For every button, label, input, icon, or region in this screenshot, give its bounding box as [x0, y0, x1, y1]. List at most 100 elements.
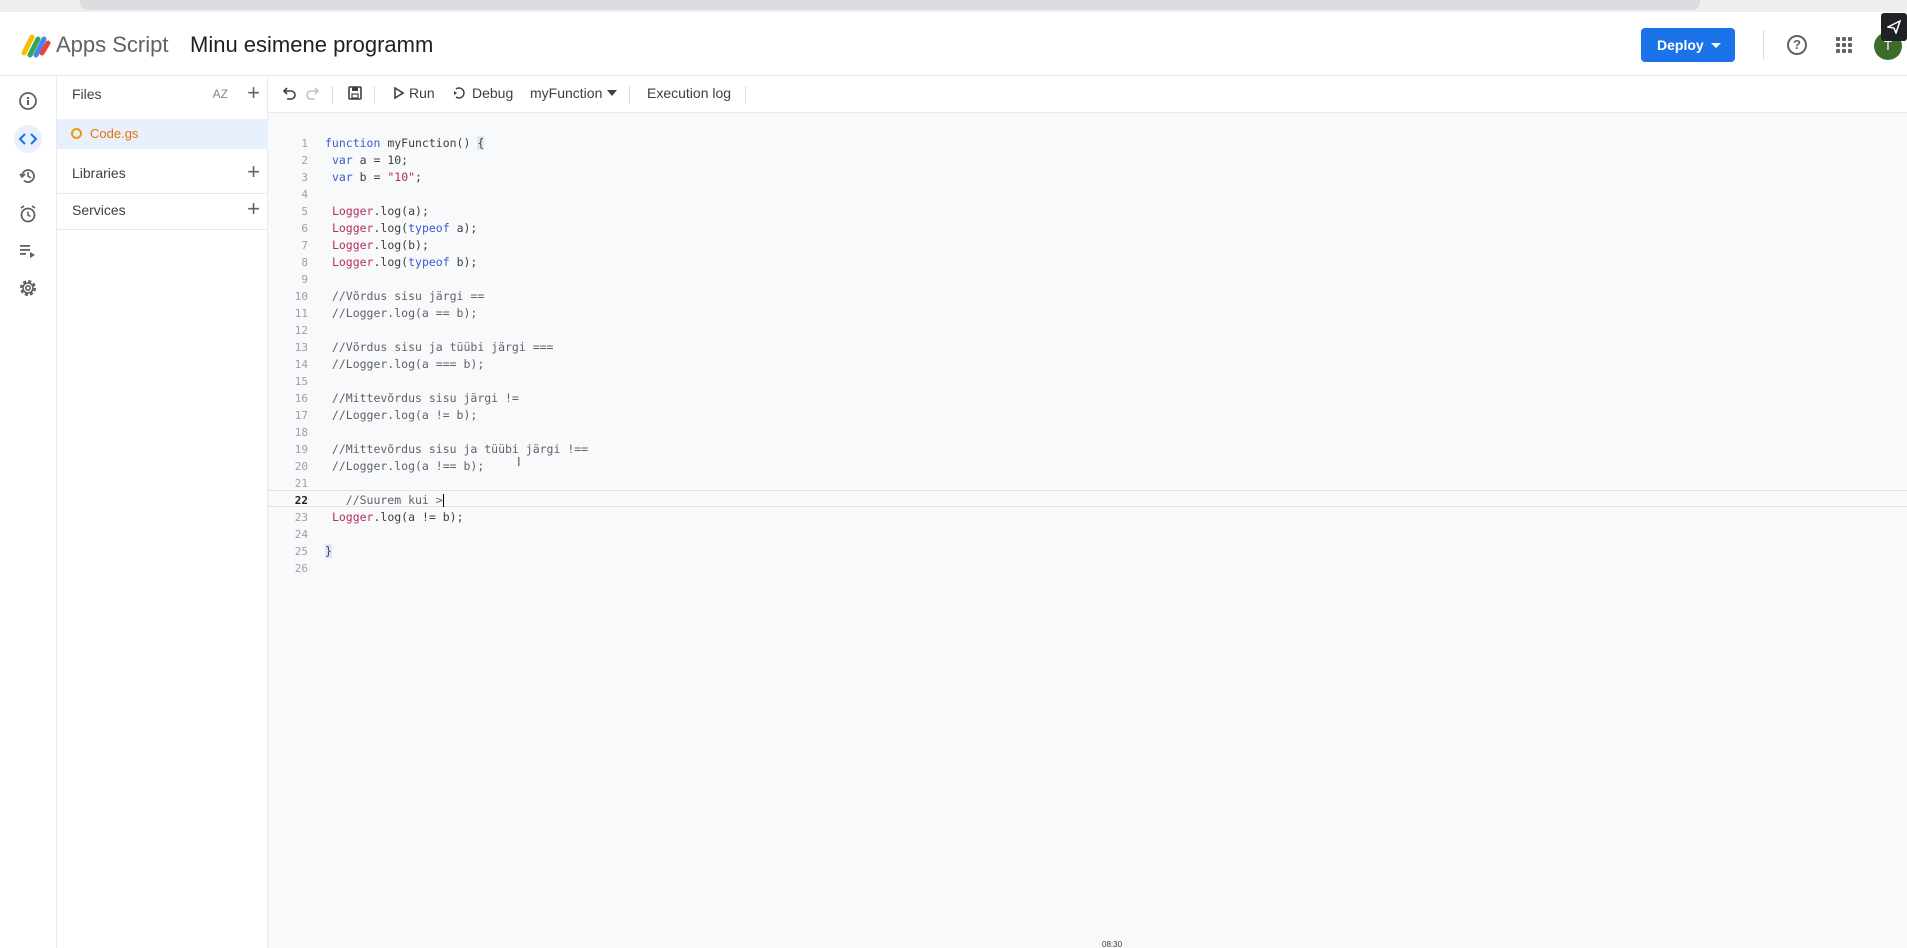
- code-line[interactable]: Logger.log(a != b);: [325, 509, 588, 526]
- code-icon: [18, 133, 38, 145]
- text-cursor-icon: I: [517, 454, 521, 469]
- function-selector-value: myFunction: [530, 85, 603, 101]
- run-button[interactable]: Run: [394, 85, 435, 101]
- code-line[interactable]: [325, 526, 588, 543]
- text-caret: [442, 494, 444, 507]
- line-number: 25: [294, 545, 308, 558]
- sort-az-icon[interactable]: AZ: [213, 87, 228, 101]
- deploy-label: Deploy: [1657, 37, 1704, 53]
- code-line[interactable]: //Võrdus sisu ja tüübi järgi ===: [325, 339, 588, 356]
- execution-log-label: Execution log: [647, 85, 732, 101]
- code-line[interactable]: //Logger.log(a === b);: [325, 356, 588, 373]
- code-line[interactable]: [325, 560, 588, 577]
- files-panel: Files AZ + Code.gs Libraries + Services …: [57, 77, 268, 948]
- code-line[interactable]: [325, 186, 588, 203]
- line-number: 12: [294, 324, 308, 337]
- services-label: Services: [72, 202, 126, 218]
- redo-button[interactable]: [305, 85, 321, 101]
- code-line[interactable]: var a = 10;: [325, 152, 588, 169]
- overview-button[interactable]: [14, 87, 42, 115]
- line-number: 10: [294, 290, 308, 303]
- save-icon: [348, 86, 362, 100]
- undo-icon: [282, 87, 296, 100]
- google-apps-icon[interactable]: [1836, 37, 1852, 53]
- code-line[interactable]: //Mittevõrdus sisu järgi !=: [325, 390, 588, 407]
- code-line[interactable]: Logger.log(b);: [325, 237, 588, 254]
- debug-icon: [454, 87, 465, 99]
- line-number: 6: [301, 222, 308, 235]
- code-line[interactable]: function myFunction() {: [325, 135, 588, 152]
- code-line[interactable]: //Mittevõrdus sisu ja tüübi järgi !==: [325, 441, 588, 458]
- line-number: 4: [301, 188, 308, 201]
- project-title[interactable]: Minu esimene programm: [190, 32, 433, 58]
- files-label: Files: [72, 86, 102, 102]
- line-number: 20: [294, 460, 308, 473]
- script-file-icon: [71, 128, 82, 139]
- file-item-code-gs[interactable]: Code.gs: [57, 119, 268, 149]
- save-button[interactable]: [347, 85, 363, 101]
- info-icon: [19, 92, 37, 110]
- alarm-clock-icon: [20, 205, 36, 223]
- undo-button[interactable]: [281, 85, 297, 101]
- libraries-row[interactable]: Libraries +: [57, 156, 268, 192]
- triggers-button[interactable]: [14, 200, 42, 228]
- execution-log-button[interactable]: Execution log: [647, 85, 731, 101]
- code-line[interactable]: [325, 322, 588, 339]
- code-line[interactable]: [325, 475, 588, 492]
- address-bar[interactable]: [80, 0, 1700, 10]
- services-row[interactable]: Services +: [57, 193, 268, 229]
- code-line[interactable]: var b = "10";: [325, 169, 588, 186]
- function-selector[interactable]: myFunction: [530, 85, 618, 101]
- code-line[interactable]: //Logger.log(a == b);: [325, 305, 588, 322]
- code-line[interactable]: Logger.log(typeof b);: [325, 254, 588, 271]
- toolbar-divider: [374, 86, 375, 104]
- line-number: 14: [294, 358, 308, 371]
- project-settings-button[interactable]: [14, 274, 42, 302]
- add-library-button[interactable]: +: [247, 161, 260, 183]
- executions-button[interactable]: [14, 237, 42, 265]
- code-line[interactable]: Logger.log(typeof a);: [325, 220, 588, 237]
- libraries-label: Libraries: [72, 165, 126, 181]
- add-file-button[interactable]: +: [247, 82, 260, 104]
- debug-button[interactable]: Debug: [453, 85, 513, 101]
- line-number: 3: [301, 171, 308, 184]
- run-label: Run: [409, 85, 435, 101]
- line-number-gutter: 1 2 3 4 5 6 7 8 9 10 11 12 13 14 15 16 17 18 19 20 21 22 23 24 2…: [268, 135, 308, 577]
- files-header: Files AZ +: [57, 77, 268, 113]
- code-editor[interactable]: 1 2 3 4 5 6 7 8 9 10 11 12 13 14 15 16 17 18 19 20 21 22 23 24 2…: [268, 113, 1907, 948]
- line-number: 19: [294, 443, 308, 456]
- code-line[interactable]: //Logger.log(a !== b);: [325, 458, 588, 475]
- code-line[interactable]: //Võrdus sisu järgi ==: [325, 288, 588, 305]
- browser-chrome-strip: [0, 0, 1907, 12]
- debug-label: Debug: [472, 85, 514, 101]
- code-line[interactable]: [325, 271, 588, 288]
- code-line[interactable]: //Logger.log(a != b);: [325, 407, 588, 424]
- code-line[interactable]: [325, 424, 588, 441]
- line-number: 8: [301, 256, 308, 269]
- line-number: 15: [294, 375, 308, 388]
- app-name[interactable]: Apps Script: [56, 32, 169, 58]
- code-line[interactable]: //Suurem kui >: [325, 492, 588, 509]
- line-number: 16: [294, 392, 308, 405]
- code-line[interactable]: }: [325, 543, 588, 560]
- code-area[interactable]: function myFunction() { var a = 10; var …: [325, 135, 588, 577]
- gear-icon: [20, 280, 36, 296]
- play-icon: [394, 87, 404, 99]
- help-icon[interactable]: ?: [1787, 35, 1807, 55]
- code-line[interactable]: [325, 373, 588, 390]
- line-number: 24: [294, 528, 308, 541]
- apps-script-logo-icon: [21, 34, 51, 58]
- deploy-button[interactable]: Deploy: [1641, 28, 1735, 62]
- line-number: 23: [294, 511, 308, 524]
- project-history-button[interactable]: [14, 162, 42, 190]
- line-number: 18: [294, 426, 308, 439]
- line-number: 22: [294, 494, 308, 507]
- chevron-down-icon: [1711, 43, 1721, 48]
- share-icon[interactable]: [1881, 13, 1907, 41]
- line-number: 17: [294, 409, 308, 422]
- toolbar-divider: [745, 86, 746, 104]
- add-service-button[interactable]: +: [247, 198, 260, 220]
- editor-button[interactable]: [14, 125, 42, 153]
- chevron-down-icon: [607, 90, 618, 96]
- code-line[interactable]: Logger.log(a);: [325, 203, 588, 220]
